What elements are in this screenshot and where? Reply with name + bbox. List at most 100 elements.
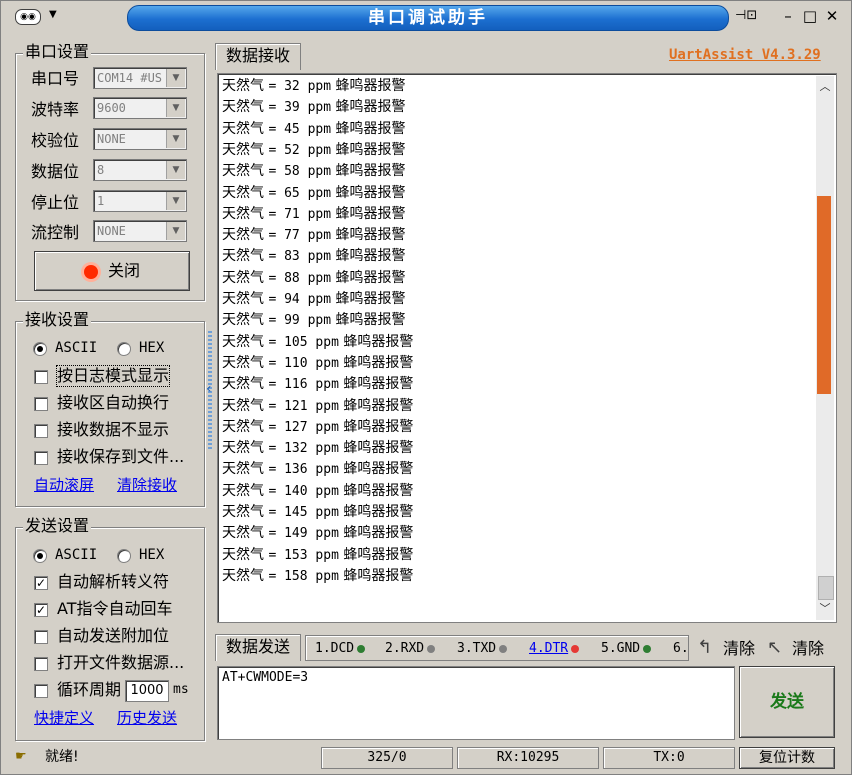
- pin-icon[interactable]: ⊣⊡: [735, 6, 757, 26]
- status-counter: 325/0: [321, 747, 453, 769]
- reset-counter-button[interactable]: 复位计数: [739, 747, 835, 769]
- auto-wrap-checkbox[interactable]: [34, 397, 48, 411]
- cycle-checkbox[interactable]: [34, 684, 48, 698]
- stopbits-label: 停止位: [31, 193, 80, 212]
- hide-data-checkbox[interactable]: [34, 424, 48, 438]
- signal-5[interactable]: 5.GND: [601, 639, 652, 659]
- maximize-button[interactable]: □: [799, 6, 821, 26]
- clear-receive-link[interactable]: 清除接收: [117, 475, 177, 495]
- receive-line: 天然气 = 45 ppm 蜂鸣器报警: [222, 120, 406, 137]
- clear-send-icon[interactable]: ↰: [697, 637, 712, 658]
- clear-send-button[interactable]: 清除: [723, 639, 755, 659]
- parity-select[interactable]: NONE ▼: [93, 128, 187, 150]
- status-indicator-icon: [83, 264, 98, 279]
- send-hex-radio[interactable]: [117, 549, 131, 563]
- flowcontrol-select[interactable]: NONE ▼: [93, 220, 187, 242]
- receive-line: 天然气 = 140 ppm 蜂鸣器报警: [222, 482, 414, 499]
- save-file-checkbox[interactable]: [34, 451, 48, 465]
- file-source-label: 打开文件数据源...: [57, 653, 185, 672]
- tab-receive[interactable]: 数据接收: [215, 43, 301, 70]
- send-button[interactable]: 发送: [739, 666, 835, 738]
- tab-send[interactable]: 数据发送: [215, 634, 301, 661]
- clear-input-button[interactable]: 清除: [792, 639, 824, 659]
- signal-6[interactable]: 6.: [673, 639, 689, 659]
- scroll-up-icon[interactable]: ︿: [816, 78, 834, 96]
- send-ascii-label: ASCII: [55, 547, 98, 563]
- parse-escape-label: 自动解析转义符: [57, 572, 170, 591]
- receive-hex-label: HEX: [139, 340, 165, 356]
- signal-4[interactable]: 4.DTR: [529, 639, 580, 659]
- receive-hex-radio[interactable]: [117, 342, 131, 356]
- log-mode-checkbox[interactable]: [34, 370, 48, 384]
- chevron-down-icon[interactable]: ▼: [49, 9, 57, 20]
- receive-line: 天然气 = 153 ppm 蜂鸣器报警: [222, 546, 414, 563]
- status-rx: RX:10295: [457, 747, 599, 769]
- signal-2[interactable]: 2.RXD: [385, 639, 436, 659]
- receive-scrollbar[interactable]: ︿ ﹀: [816, 76, 834, 620]
- send-input[interactable]: AT+CWMODE=3: [217, 666, 735, 740]
- status-ready: 就绪!: [45, 749, 79, 765]
- flowcontrol-label: 流控制: [31, 223, 80, 242]
- cycle-label: 循环周期: [57, 680, 122, 699]
- title-bar: ◉◉ ▼ 串口调试助手 ⊣⊡ – □ ✕: [1, 1, 851, 33]
- baud-select[interactable]: 9600 ▼: [93, 97, 187, 119]
- status-tx: TX:0: [603, 747, 735, 769]
- send-ascii-radio[interactable]: [33, 549, 47, 563]
- receive-line: 天然气 = 52 ppm 蜂鸣器报警: [222, 141, 406, 158]
- signal-led-icon: [571, 644, 580, 653]
- receive-line: 天然气 = 58 ppm 蜂鸣器报警: [222, 163, 406, 180]
- parity-label: 校验位: [31, 131, 80, 150]
- receive-line: 天然气 = 99 ppm 蜂鸣器报警: [222, 312, 406, 329]
- receive-line: 天然气 = 65 ppm 蜂鸣器报警: [222, 184, 406, 201]
- scroll-thumb[interactable]: [818, 576, 834, 600]
- append-bits-label: 自动发送附加位: [57, 626, 170, 645]
- close-button[interactable]: ✕: [821, 6, 843, 26]
- panel-splitter[interactable]: ‹: [206, 331, 214, 451]
- app-icon[interactable]: ◉◉: [15, 9, 41, 25]
- clear-input-icon[interactable]: ↖: [767, 637, 782, 658]
- receive-line: 天然气 = 77 ppm 蜂鸣器报警: [222, 227, 406, 244]
- receive-line: 天然气 = 132 ppm 蜂鸣器报警: [222, 440, 414, 457]
- cycle-input[interactable]: 1000: [125, 680, 169, 702]
- receive-line: 天然气 = 88 ppm 蜂鸣器报警: [222, 269, 406, 286]
- minimize-button[interactable]: –: [777, 6, 799, 26]
- at-enter-checkbox[interactable]: ✓: [34, 603, 48, 617]
- shortcut-define-link[interactable]: 快捷定义: [34, 708, 94, 728]
- auto-scroll-link[interactable]: 自动滚屏: [34, 475, 94, 495]
- scroll-down-icon[interactable]: ﹀: [816, 600, 834, 618]
- scroll-position-marker: [817, 196, 831, 394]
- auto-wrap-label: 接收区自动换行: [57, 393, 170, 412]
- databits-select[interactable]: 8 ▼: [93, 159, 187, 181]
- version-link[interactable]: UartAssist V4.3.29: [669, 47, 821, 63]
- status-hand-icon: ☛: [15, 749, 27, 764]
- receive-textarea[interactable]: 天然气 = 32 ppm 蜂鸣器报警 天然气 = 39 ppm 蜂鸣器报警 天然气 …: [217, 73, 837, 623]
- file-source-checkbox[interactable]: [34, 657, 48, 671]
- app-window: ◉◉ ▼ 串口调试助手 ⊣⊡ – □ ✕ 串口设置 串口号 COM14 #US ▼…: [0, 0, 852, 775]
- receive-ascii-radio[interactable]: [33, 342, 47, 356]
- append-bits-checkbox[interactable]: [34, 630, 48, 644]
- signal-led-icon: [499, 644, 508, 653]
- stopbits-select[interactable]: 1 ▼: [93, 190, 187, 212]
- receive-line: 天然气 = 32 ppm 蜂鸣器报警: [222, 78, 406, 94]
- signal-led-icon: [427, 644, 436, 653]
- receive-line: 天然气 = 94 ppm 蜂鸣器报警: [222, 291, 406, 307]
- collapse-arrow-icon[interactable]: ‹: [206, 381, 212, 397]
- parse-escape-checkbox[interactable]: ✓: [34, 576, 48, 590]
- receive-line: 天然气 = 83 ppm 蜂鸣器报警: [222, 248, 406, 265]
- log-mode-label: 按日志模式显示: [55, 365, 171, 387]
- receive-line: 天然气 = 127 ppm 蜂鸣器报警: [222, 418, 414, 435]
- close-port-button[interactable]: 关闭: [34, 251, 190, 291]
- send-settings-title: 发送设置: [23, 516, 92, 536]
- port-label: 串口号: [31, 69, 80, 88]
- serial-settings-title: 串口设置: [23, 42, 92, 62]
- cycle-unit: ms: [173, 682, 189, 697]
- receive-settings-title: 接收设置: [23, 310, 92, 330]
- signal-3[interactable]: 3.TXD: [457, 639, 508, 659]
- send-hex-label: HEX: [139, 547, 165, 563]
- port-select[interactable]: COM14 #US ▼: [93, 67, 187, 89]
- send-history-link[interactable]: 历史发送: [117, 708, 177, 728]
- receive-ascii-label: ASCII: [55, 340, 98, 356]
- signal-led-icon: [643, 644, 652, 653]
- receive-line: 天然气 = 136 ppm 蜂鸣器报警: [222, 461, 414, 478]
- signal-1[interactable]: 1.DCD: [315, 639, 366, 659]
